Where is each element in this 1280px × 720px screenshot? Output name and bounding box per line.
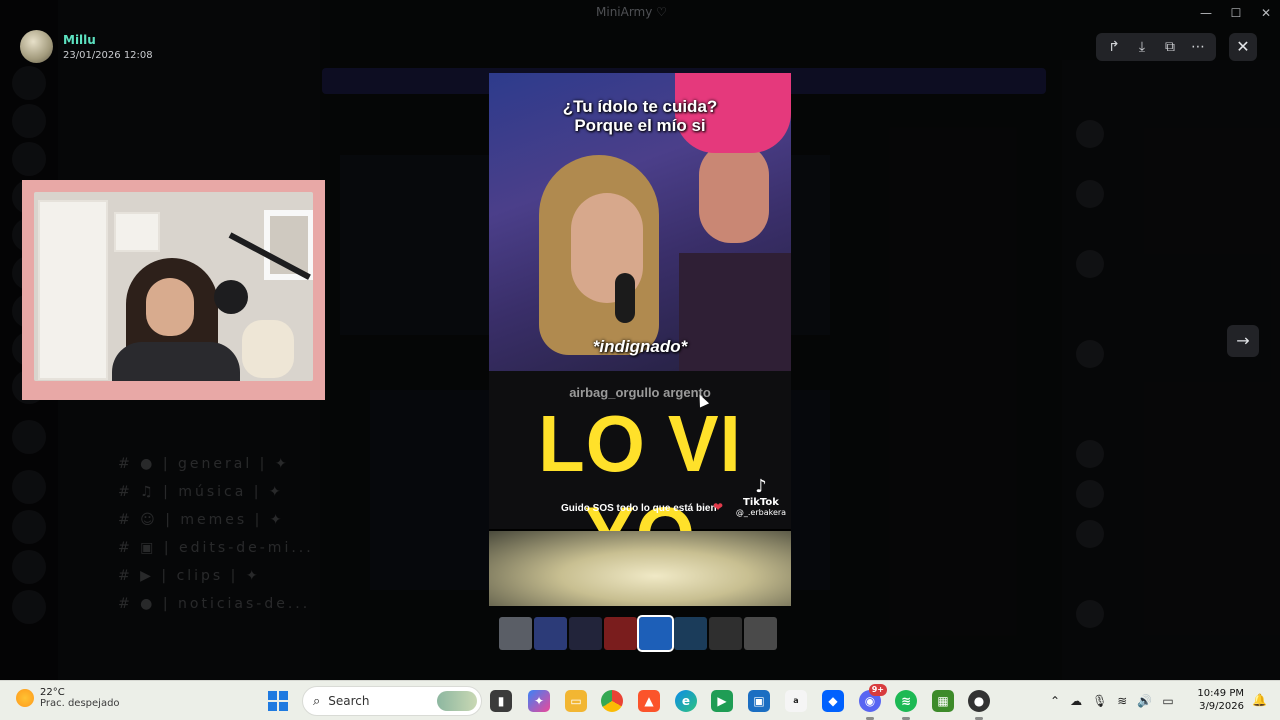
video-caption-question: ¿Tu ídolo te cuida? Porque el mío si <box>562 97 718 135</box>
search-icon: ⌕ <box>313 693 321 709</box>
sun-icon <box>16 689 34 707</box>
media-video[interactable]: ¿Tu ídolo te cuida? Porque el mío si *in… <box>489 73 791 606</box>
weather-desc: Prac. despejado <box>40 698 120 709</box>
next-media-button[interactable]: → <box>1227 325 1259 357</box>
media-thumbnail[interactable] <box>744 617 777 650</box>
weather-temp: 22°C <box>40 687 65 698</box>
weather-widget[interactable]: 22°C Prac. despejado <box>16 687 120 709</box>
media-author[interactable]: Millu 23/01/2026 12:08 <box>20 30 153 63</box>
brave-icon[interactable]: ▲ <box>638 690 660 712</box>
post-timestamp: 23/01/2026 12:08 <box>63 49 153 61</box>
tiktok-watermark: ♪ TikTok @_.erbakera <box>733 476 789 518</box>
obs-icon[interactable]: ● <box>968 690 990 712</box>
webcam-feed <box>34 192 313 381</box>
heart-icon: ❤ <box>713 500 724 514</box>
media-thumbnail[interactable] <box>604 617 637 650</box>
video-caption-reaction: *indignado* <box>592 337 688 356</box>
windows-start-icon[interactable] <box>268 691 288 711</box>
chrome-icon[interactable] <box>601 690 623 712</box>
taskbar: 22°C Prac. despejado ⌕ Search ▮ ✦ ▭ ▲ e … <box>0 680 1280 720</box>
media-thumbnail[interactable] <box>534 617 567 650</box>
avatar[interactable] <box>20 30 53 63</box>
video-subtitle: Guido SOS todo lo que está bien <box>561 503 717 514</box>
dropbox-icon[interactable]: ◆ <box>822 690 844 712</box>
tiktok-logo-icon: ♪ <box>755 476 767 497</box>
discord-badge: 9+ <box>868 684 887 696</box>
media-thumbnail[interactable] <box>499 617 532 650</box>
copilot-icon[interactable]: ✦ <box>528 690 550 712</box>
cloud-icon[interactable]: ☁ <box>1070 694 1082 708</box>
open-external-icon[interactable]: ⧉ <box>1158 39 1182 55</box>
media-thumbnail[interactable] <box>674 617 707 650</box>
clock-time: 10:49 PM <box>1197 688 1244 699</box>
notification-icon[interactable]: 🔔 <box>1252 693 1267 707</box>
wifi-icon[interactable]: ≋ <box>1117 694 1127 708</box>
webcam-overlay <box>22 180 325 400</box>
media-player-icon[interactable]: ▶ <box>711 690 733 712</box>
microphone-icon[interactable]: 🎙 <box>1092 694 1107 708</box>
more-icon[interactable]: ⋯ <box>1186 39 1210 55</box>
store-icon[interactable]: ▣ <box>748 690 770 712</box>
author-name[interactable]: Millu <box>63 33 153 47</box>
taskbar-search[interactable]: ⌕ Search <box>302 686 482 716</box>
media-thumbnail[interactable] <box>709 617 742 650</box>
forward-icon[interactable]: ↱ <box>1102 39 1126 55</box>
chevron-up-icon[interactable]: ⌃ <box>1050 694 1060 708</box>
search-highlight-image <box>437 691 477 711</box>
file-explorer-icon[interactable]: ▭ <box>565 690 587 712</box>
system-tray: ⌃ ☁ 🎙 ≋ 🔊 ▭ <box>1050 681 1174 720</box>
battery-icon[interactable]: ▭ <box>1162 694 1173 708</box>
amazon-icon[interactable]: a <box>785 690 807 712</box>
window-close-button[interactable]: ✕ <box>1256 4 1276 22</box>
media-thumbnail[interactable] <box>569 617 602 650</box>
tiktok-user: @_.erbakera <box>735 508 787 517</box>
media-thumbnail-strip <box>499 615 777 652</box>
media-toolbar: ↱ ⤓ ⧉ ⋯ <box>1096 33 1216 61</box>
edge-icon[interactable]: e <box>675 690 697 712</box>
minecraft-icon[interactable]: ▦ <box>932 690 954 712</box>
window-title: MiniArmy ♡ <box>596 5 667 19</box>
task-view-icon[interactable]: ▮ <box>490 690 512 712</box>
volume-icon[interactable]: 🔊 <box>1137 694 1152 708</box>
clock[interactable]: 10:49 PM 3/9/2026 <box>1196 687 1244 713</box>
media-thumbnail[interactable] <box>637 615 674 652</box>
search-label: Search <box>328 694 370 708</box>
minimize-button[interactable]: — <box>1196 4 1216 22</box>
clock-date: 3/9/2026 <box>1199 701 1244 712</box>
close-viewer-button[interactable]: ✕ <box>1229 33 1257 61</box>
maximize-button[interactable]: ☐ <box>1226 4 1246 22</box>
spotify-icon[interactable]: ≋ <box>895 690 917 712</box>
screen: # ● | general | ✦ # ♫ | música | ✦ # ☺ |… <box>0 0 1280 720</box>
discord-icon[interactable]: ◉ 9+ <box>859 684 887 712</box>
tiktok-brand: TikTok <box>743 497 779 508</box>
download-icon[interactable]: ⤓ <box>1130 39 1154 55</box>
